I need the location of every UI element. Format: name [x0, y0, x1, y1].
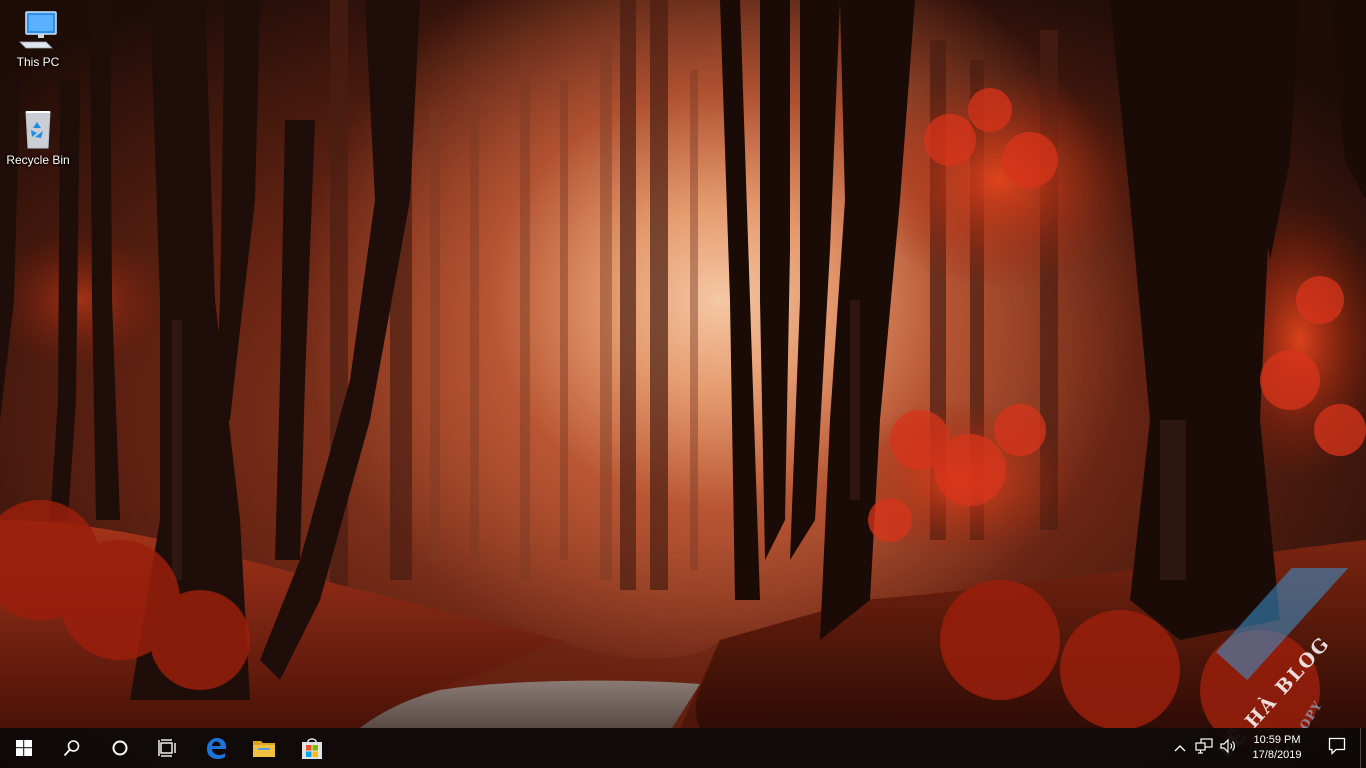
task-view-button[interactable] [144, 728, 192, 768]
this-pc-icon [16, 8, 60, 52]
network-button[interactable] [1192, 728, 1216, 768]
chevron-up-icon [1174, 739, 1186, 757]
desktop-icon-recycle-bin[interactable]: Recycle Bin [0, 106, 76, 167]
volume-button[interactable] [1216, 728, 1240, 768]
taskbar-app-store[interactable] [288, 728, 336, 768]
clock-date: 17/8/2019 [1252, 749, 1302, 761]
speaker-icon [1219, 738, 1237, 759]
notification-icon [1328, 737, 1346, 760]
store-icon [300, 736, 324, 760]
start-button[interactable] [0, 728, 48, 768]
network-icon [1195, 737, 1213, 759]
desktop-wallpaper [0, 0, 1366, 768]
desktop-icon-this-pc[interactable]: This PC [0, 8, 76, 69]
system-tray: 10:59 PM 17/8/2019 [1168, 728, 1366, 768]
circle-icon [111, 739, 129, 757]
task-view-icon [158, 739, 178, 757]
search-icon [63, 739, 81, 757]
search-button[interactable] [48, 728, 96, 768]
show-hidden-icons-button[interactable] [1168, 728, 1192, 768]
folder-icon [252, 737, 276, 759]
taskbar-app-file-explorer[interactable] [240, 728, 288, 768]
taskbar-app-edge[interactable] [192, 728, 240, 768]
taskbar-clock[interactable]: 10:59 PM 17/8/2019 [1240, 728, 1314, 768]
desktop-icon-label: Recycle Bin [6, 153, 70, 167]
windows-logo-icon [16, 740, 32, 756]
clock-time: 10:59 PM [1253, 734, 1301, 746]
recycle-bin-icon [16, 106, 60, 150]
action-center-button[interactable] [1314, 728, 1360, 768]
show-desktop-button[interactable] [1360, 728, 1366, 768]
cortana-button[interactable] [96, 728, 144, 768]
desktop-icon-label: This PC [16, 55, 60, 69]
edge-icon [204, 736, 228, 760]
taskbar: 10:59 PM 17/8/2019 [0, 728, 1366, 768]
